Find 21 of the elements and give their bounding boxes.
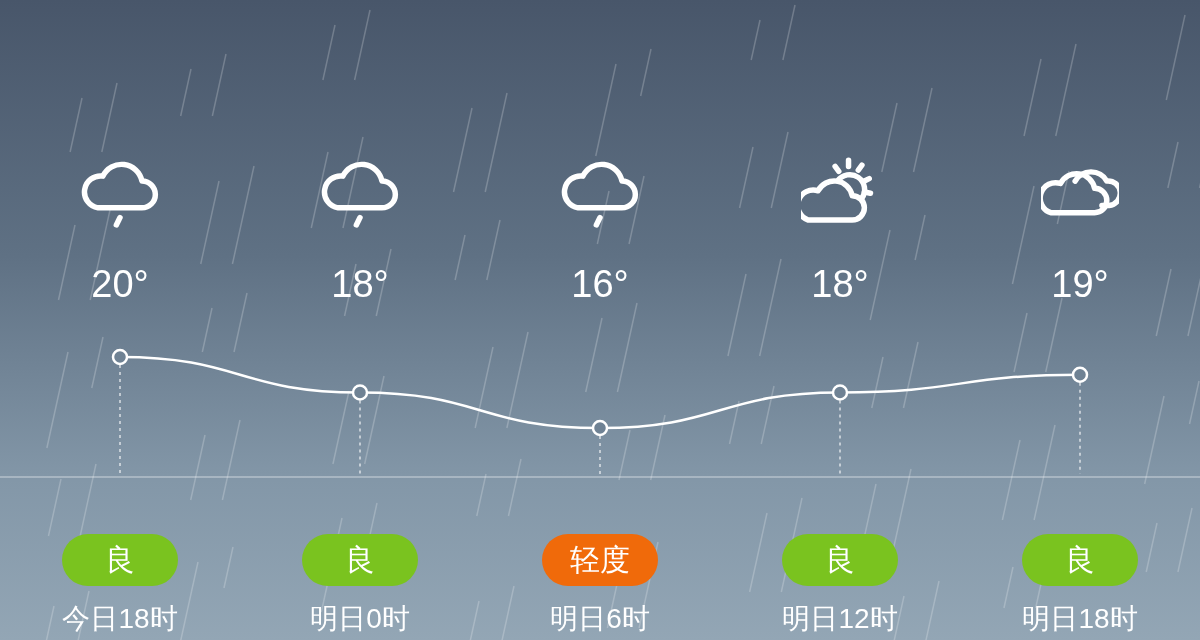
- temperature-point: [831, 384, 849, 401]
- air-quality-badge: 轻度: [542, 534, 658, 586]
- air-quality-badge: 良: [782, 534, 898, 586]
- time-label: 明日12时: [782, 602, 898, 636]
- time-label: 明日18时: [1022, 602, 1138, 636]
- temperature-label: 16°: [571, 262, 629, 306]
- temperature-point: [351, 384, 369, 401]
- temperature-point: [591, 419, 609, 437]
- temperature-label: 18°: [331, 262, 389, 306]
- time-label: 明日6时: [550, 602, 650, 636]
- air-quality-badge: 良: [1022, 534, 1138, 586]
- dotted-guide-line: [599, 435, 601, 475]
- temperature-point: [111, 348, 129, 366]
- temperature-label: 19°: [1051, 262, 1109, 306]
- air-quality-badge: 良: [62, 534, 178, 586]
- temperature-label: 18°: [811, 262, 869, 306]
- air-quality-badge: 良: [302, 534, 418, 586]
- temperature-point: [1071, 366, 1089, 383]
- time-label: 明日0时: [310, 602, 410, 636]
- temperature-label: 20°: [91, 262, 149, 306]
- time-label: 今日18时: [62, 602, 178, 636]
